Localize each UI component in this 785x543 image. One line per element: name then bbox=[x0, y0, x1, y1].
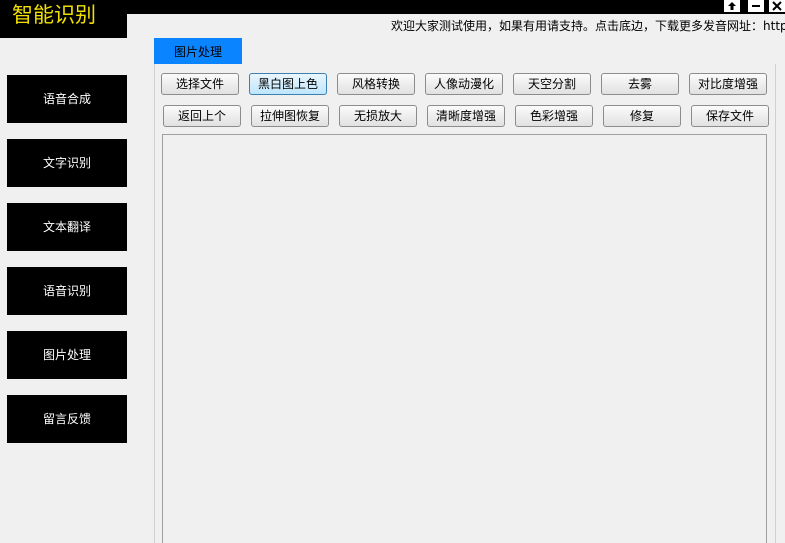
close-icon bbox=[772, 1, 782, 11]
portrait-anime-button[interactable]: 人像动漫化 bbox=[425, 73, 503, 95]
contrast-enhance-button[interactable]: 对比度增强 bbox=[689, 73, 767, 95]
pin-icon bbox=[728, 2, 736, 10]
app-title: 智能识别 bbox=[0, 0, 127, 38]
sidebar-item-speech-synthesis[interactable]: 语音合成 bbox=[7, 75, 127, 123]
welcome-banner[interactable]: 欢迎大家测试使用，如果有用请支持。点击底边，下载更多发音网址：http bbox=[391, 18, 785, 34]
save-file-button[interactable]: 保存文件 bbox=[691, 105, 769, 127]
sidebar-item-text-recognition[interactable]: 文字识别 bbox=[7, 139, 127, 187]
repair-button[interactable]: 修复 bbox=[603, 105, 681, 127]
sidebar-item-image-processing[interactable]: 图片处理 bbox=[7, 331, 127, 379]
sidebar-item-feedback[interactable]: 留言反馈 bbox=[7, 395, 127, 443]
color-enhance-button[interactable]: 色彩增强 bbox=[515, 105, 593, 127]
dehaze-button[interactable]: 去雾 bbox=[601, 73, 679, 95]
style-transfer-button[interactable]: 风格转换 bbox=[337, 73, 415, 95]
sidebar-item-text-translation[interactable]: 文本翻译 bbox=[7, 203, 127, 251]
go-back-button[interactable]: 返回上个 bbox=[163, 105, 241, 127]
tab-image-processing[interactable]: 图片处理 bbox=[154, 38, 242, 64]
sky-segmentation-button[interactable]: 天空分割 bbox=[513, 73, 591, 95]
stretch-restore-button[interactable]: 拉伸图恢复 bbox=[251, 105, 329, 127]
minimize-icon bbox=[752, 5, 760, 7]
sharpness-enhance-button[interactable]: 清晰度增强 bbox=[427, 105, 505, 127]
lossless-upscale-button[interactable]: 无损放大 bbox=[339, 105, 417, 127]
sidebar-item-speech-recognition[interactable]: 语音识别 bbox=[7, 267, 127, 315]
minimize-button[interactable] bbox=[748, 0, 764, 12]
colorize-bw-button[interactable]: 黑白图上色 bbox=[249, 73, 327, 95]
image-preview-area[interactable] bbox=[162, 134, 767, 543]
close-button[interactable] bbox=[769, 0, 785, 12]
pin-button[interactable] bbox=[724, 0, 740, 12]
select-file-button[interactable]: 选择文件 bbox=[161, 73, 239, 95]
